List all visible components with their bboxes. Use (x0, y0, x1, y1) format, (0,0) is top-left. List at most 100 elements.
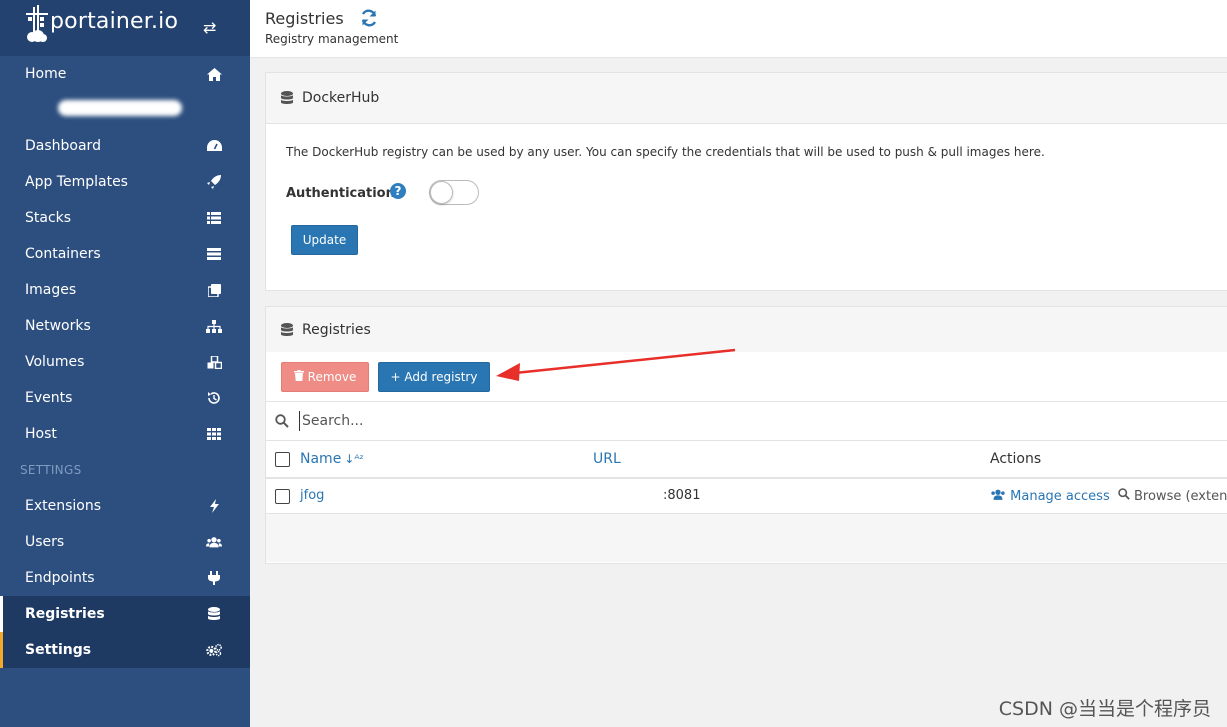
sidebar-item-label: Stacks (25, 210, 72, 226)
page-title: Registries (265, 9, 344, 28)
dockerhub-description: The DockerHub registry can be used by an… (286, 145, 1045, 159)
sidebar-item-dashboard[interactable]: Dashboard (0, 128, 250, 164)
brand-header: portainer.io ⇄ (0, 0, 250, 56)
sidebar-item-stacks[interactable]: Stacks (0, 200, 250, 236)
search-icon (275, 414, 289, 428)
database-icon (281, 91, 293, 104)
sidebar-toggle-icon[interactable]: ⇄ (203, 18, 216, 37)
search-icon (1118, 488, 1130, 500)
registries-panel-header: Registries (266, 307, 1227, 352)
sidebar-item-images[interactable]: Images (0, 272, 250, 308)
server-icon (206, 246, 222, 262)
row-checkbox[interactable] (275, 489, 290, 504)
sidebar-item-app-templates[interactable]: App Templates (0, 164, 250, 200)
column-header-name[interactable]: Name ↓ᴬᶻ (300, 451, 364, 467)
cogs-icon (206, 642, 222, 658)
plug-icon (206, 570, 222, 586)
authentication-label: Authentication (286, 186, 395, 201)
sidebar-item-label: Endpoints (25, 570, 95, 586)
dockerhub-panel-header: DockerHub (266, 73, 1227, 124)
clone-icon (206, 282, 222, 298)
sitemap-icon (206, 318, 222, 334)
sidebar-item-extensions[interactable]: Extensions (0, 488, 250, 524)
add-registry-button[interactable]: + Add registry (378, 362, 490, 392)
database-icon (281, 322, 293, 336)
bolt-icon (206, 498, 222, 514)
th-icon (206, 426, 222, 442)
refresh-icon[interactable] (359, 8, 379, 28)
search-bar (266, 401, 1227, 441)
sidebar-item-label: Events (25, 390, 73, 406)
sidebar-item-label: Extensions (25, 498, 102, 514)
sidebar-item-events[interactable]: Events (0, 380, 250, 416)
manage-access-link[interactable]: Manage access (990, 489, 1114, 504)
authentication-toggle[interactable] (429, 180, 479, 205)
table-header: Name ↓ᴬᶻ URL Actions (266, 441, 1227, 479)
sidebar-item-volumes[interactable]: Volumes (0, 344, 250, 380)
sidebar-item-label: Images (25, 282, 77, 298)
rocket-icon (206, 174, 222, 190)
manage-access-label: Manage access (1010, 489, 1110, 504)
table-footer (266, 513, 1227, 562)
sidebar-item-label: Settings (25, 642, 92, 658)
registry-url-text: :8081 (663, 488, 701, 503)
remove-button[interactable]: Remove (281, 362, 369, 392)
users-icon (206, 534, 222, 550)
table-row: jfog :8081 Manage access Browse (exten (266, 479, 1227, 513)
browse-label: Browse (exten (1134, 489, 1227, 504)
sidebar-item-registries[interactable]: Registries (0, 596, 250, 632)
sidebar-item-users[interactable]: Users (0, 524, 250, 560)
annotation-arrow-icon (496, 348, 736, 381)
sidebar-item-host[interactable]: Host (0, 416, 250, 452)
watermark: CSDN @当当是个程序员 (998, 698, 1211, 720)
sort-alpha-icon: ↓ᴬᶻ (344, 452, 364, 466)
registry-url: :8081 (593, 488, 700, 503)
sidebar-item-label: Home (25, 66, 67, 82)
select-all-checkbox[interactable] (275, 452, 290, 467)
users-icon (991, 489, 1005, 500)
history-icon (206, 390, 222, 406)
portainer-logo-icon (26, 5, 48, 42)
sidebar-item-containers[interactable]: Containers (0, 236, 250, 272)
endpoint-name-redacted (58, 100, 182, 116)
sidebar-item-label: Volumes (25, 354, 85, 370)
tachometer-icon (206, 138, 222, 154)
brand-name[interactable]: portainer.io (50, 9, 178, 34)
home-icon (206, 66, 222, 82)
sidebar-item-endpoints[interactable]: Endpoints (0, 560, 250, 596)
sidebar-item-networks[interactable]: Networks (0, 308, 250, 344)
sidebar-item-home[interactable]: Home (0, 56, 250, 92)
sidebar-item-label: Networks (25, 318, 91, 334)
dockerhub-panel: DockerHub The DockerHub registry can be … (265, 72, 1227, 291)
database-icon (206, 606, 222, 622)
cubes-icon (206, 354, 222, 370)
url-redacted (593, 490, 663, 501)
column-header-url[interactable]: URL (593, 451, 621, 467)
page-header: Registries Registry management (250, 0, 1227, 58)
remove-button-label: Remove (307, 370, 357, 384)
sidebar-item-label: Host (25, 426, 57, 442)
sidebar-item-label: Containers (25, 246, 101, 262)
column-header-label: Name (300, 451, 342, 467)
sidebar-item-label: Users (25, 534, 65, 550)
registries-panel-title: Registries (302, 321, 371, 338)
trash-icon (293, 370, 304, 384)
update-button[interactable]: Update (291, 225, 358, 255)
sidebar: portainer.io ⇄ Home Dashboard App Templa… (0, 0, 250, 727)
th-list-icon (206, 210, 222, 226)
registries-panel: Registries Remove + Add registry Name↓ᴬᶻ… (265, 306, 1227, 564)
browse-link[interactable]: Browse (exten (1118, 488, 1227, 504)
question-circle-icon[interactable]: ? (390, 183, 406, 199)
dockerhub-panel-title: DockerHub (302, 90, 380, 106)
sidebar-item-label: Dashboard (25, 138, 101, 154)
sidebar-item-label: App Templates (25, 174, 128, 190)
search-input[interactable] (299, 411, 699, 431)
column-header-actions: Actions (990, 451, 1042, 467)
registry-name-link[interactable]: jfog (300, 488, 324, 503)
page-subtitle: Registry management (265, 32, 399, 46)
sidebar-item-settings[interactable]: Settings (0, 632, 250, 668)
sidebar-item-label: Registries (25, 606, 105, 622)
settings-section-header: SETTINGS (20, 463, 82, 477)
toggle-knob (430, 181, 453, 204)
row-actions: Manage access Browse (exten (990, 488, 1227, 504)
